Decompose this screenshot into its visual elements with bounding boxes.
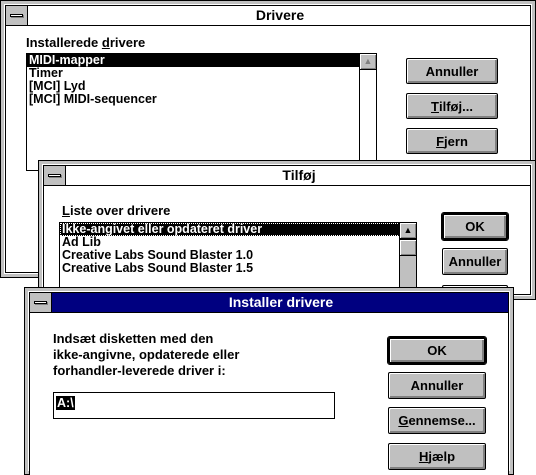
- system-menu-icon[interactable]: [44, 166, 66, 185]
- add-driver-button[interactable]: Tilføj...: [406, 93, 498, 119]
- list-item[interactable]: [MCI] MIDI-sequencer: [27, 93, 376, 106]
- scroll-up-arrow-icon[interactable]: ▲: [400, 223, 416, 239]
- scroll-thumb[interactable]: [400, 239, 416, 256]
- remove-driver-button[interactable]: Fjern: [406, 128, 498, 154]
- install-prompt-line1: Indsæt disketten med den: [53, 331, 214, 346]
- help-button[interactable]: Hjælp: [388, 443, 486, 470]
- drivers-titlebar[interactable]: Drivere: [6, 6, 530, 26]
- installed-drivers-list[interactable]: MIDI-mapper Timer [MCI] Lyd [MCI] MIDI-s…: [26, 53, 377, 171]
- install-prompt-line2: ikke-angivne, opdaterede eller: [53, 347, 240, 362]
- install-title: Installer drivere: [228, 294, 334, 310]
- drivers-cancel-button[interactable]: Annuller: [406, 58, 498, 84]
- driver-path-value: A:\: [56, 396, 75, 410]
- system-menu-icon[interactable]: [6, 6, 28, 25]
- list-item[interactable]: Creative Labs Sound Blaster 1.5: [60, 262, 416, 275]
- install-ok-button[interactable]: OK: [387, 336, 487, 365]
- browse-button[interactable]: Gennemse...: [388, 407, 486, 434]
- installed-drivers-scrollbar[interactable]: ▲: [359, 54, 376, 170]
- install-prompt-line3: forhandler-leverede driver i:: [53, 363, 226, 378]
- driver-list-label: Liste over drivere: [62, 203, 171, 218]
- system-menu-icon[interactable]: [30, 293, 52, 312]
- drivers-title: Drivere: [255, 7, 305, 23]
- install-cancel-button[interactable]: Annuller: [388, 372, 486, 399]
- scroll-up-arrow-icon[interactable]: ▲: [360, 54, 376, 70]
- add-dialog-frame: Tilføj Liste over drivere Ikke-angivet e…: [43, 165, 531, 295]
- available-drivers-scrollbar[interactable]: ▲: [399, 223, 416, 294]
- add-cancel-button[interactable]: Annuller: [442, 248, 508, 275]
- list-item[interactable]: MIDI-mapper: [27, 54, 360, 67]
- add-titlebar[interactable]: Tilføj: [44, 166, 530, 186]
- install-titlebar[interactable]: Installer drivere: [30, 293, 508, 313]
- driver-path-input[interactable]: A:\: [53, 392, 335, 419]
- install-dialog-frame: Installer drivere Indsæt disketten med d…: [29, 292, 509, 475]
- add-title: Tilføj: [282, 167, 316, 183]
- install-drivers-dialog: Installer drivere Indsæt disketten med d…: [24, 287, 514, 475]
- installed-drivers-label: Installerede drivere: [26, 35, 146, 50]
- available-drivers-list[interactable]: Ikke-angivet eller opdateret driver Ad L…: [59, 222, 417, 294]
- add-dialog: Tilføj Liste over drivere Ikke-angivet e…: [38, 160, 536, 300]
- list-item[interactable]: Ikke-angivet eller opdateret driver: [60, 223, 400, 236]
- add-ok-button[interactable]: OK: [441, 212, 509, 241]
